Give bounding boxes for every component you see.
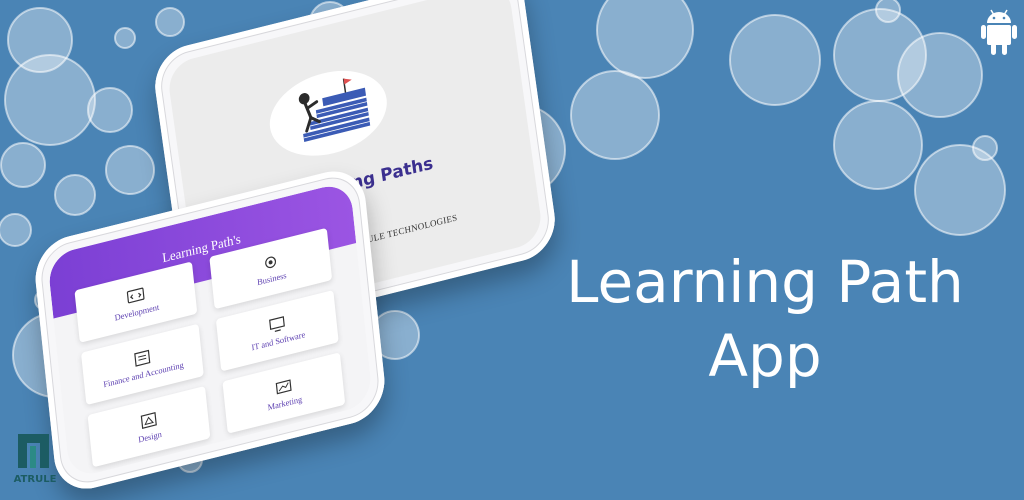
climber-logo-icon (264, 58, 393, 168)
development-icon (126, 287, 144, 303)
category-label: Development (114, 301, 160, 323)
categories-phone-mockup: Learning Path's Development Business Fin… (31, 163, 389, 497)
category-label: Design (137, 428, 163, 445)
android-icon (981, 9, 1017, 55)
headline-line-1: Learning Path (566, 248, 964, 316)
brand-logo: ATRULE (10, 430, 60, 490)
category-label: IT and Software (251, 328, 306, 352)
atrule-logo-icon (18, 434, 49, 468)
category-label: Business (256, 269, 287, 287)
headline-line-2: App (708, 322, 822, 390)
finance-icon (133, 349, 150, 367)
design-icon (140, 411, 157, 429)
marketing-icon (275, 379, 292, 394)
headline: Learning Path App (520, 245, 1010, 393)
it-software-icon (268, 315, 285, 332)
category-label: Marketing (267, 393, 303, 412)
brand-text: ATRULE (13, 474, 57, 485)
business-icon (264, 256, 276, 268)
categories-screen: Learning Path's Development Business Fin… (46, 180, 374, 480)
